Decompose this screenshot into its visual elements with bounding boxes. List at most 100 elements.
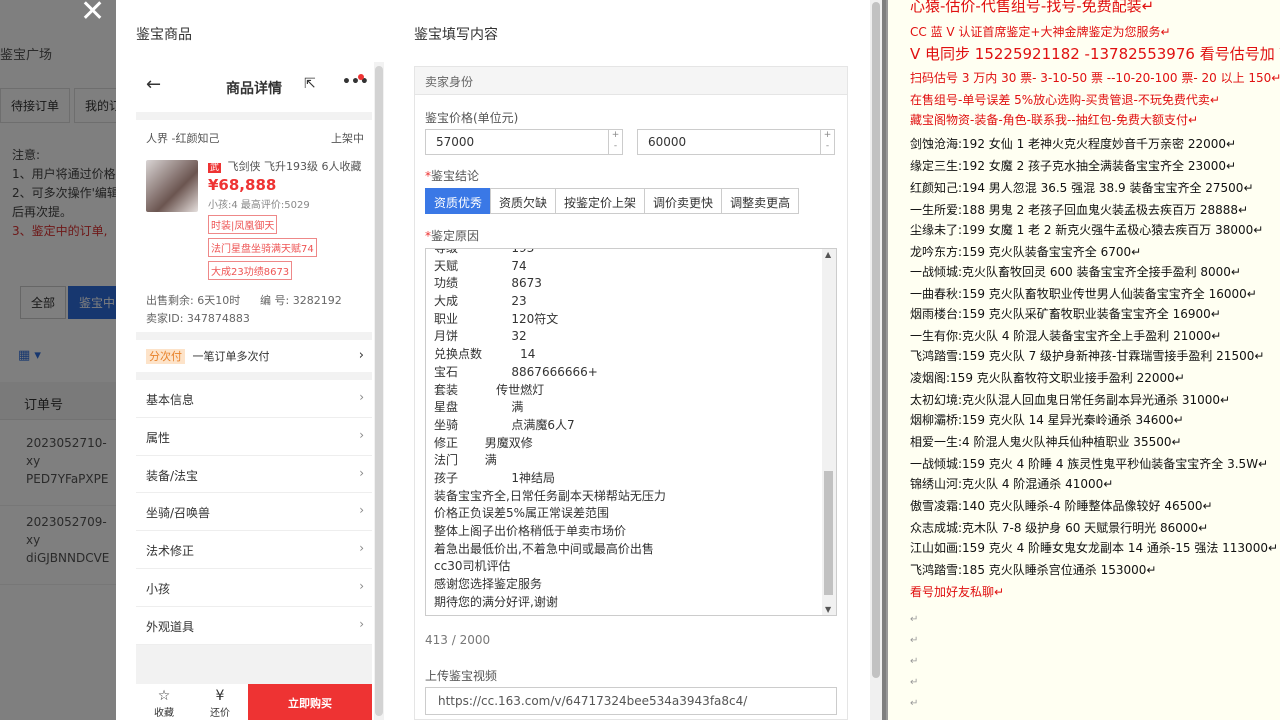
price-label: 鉴宝价格(单位元) xyxy=(425,111,519,125)
feature-badge: 法门星盘坐骑满天赋74 xyxy=(208,238,317,257)
conclusion-lacking[interactable]: 资质欠缺 xyxy=(490,188,557,214)
reason-textarea[interactable]: 等级 193 天赋 74 功绩 8673 大成 23 职业 120符文 月饼 3… xyxy=(425,248,837,616)
serial-number: 编 号: 3282192 xyxy=(260,294,342,307)
menu-item-attributes[interactable]: 属性 › xyxy=(136,418,372,456)
conclusion-list-at-price[interactable]: 按鉴定价上架 xyxy=(555,188,646,214)
reason-line: 兑换点数 14 xyxy=(434,347,536,362)
reason-label: *鉴定原因 xyxy=(425,229,480,243)
preview-header: ← 商品详情 ⇱ ••• xyxy=(136,62,372,112)
reason-line: 修正 男魔双修 xyxy=(434,435,533,450)
seller-id: 卖家ID: 347874883 xyxy=(146,312,250,325)
product-info: 武 飞剑侠 飞升193级 6人收藏 ¥68,888 小孩:4 最高评价:5029… xyxy=(208,158,362,280)
role-name: 人界 -红颜知己 xyxy=(146,132,220,145)
modal-scrollbar[interactable] xyxy=(870,0,882,720)
menu-label: 小孩 xyxy=(146,581,171,596)
more-icon[interactable]: ••• xyxy=(342,74,369,90)
menu-item-spell-correction[interactable]: 法术修正 › xyxy=(136,531,372,569)
notepad-line: 在售组号-单号误差 5%放心选购-买贵管退-不玩免费代卖↵ xyxy=(910,93,1220,107)
stepper[interactable]: + - xyxy=(608,130,622,154)
notepad-line: 一曲春秋:159 克火队畜牧职业传世男人仙装备宝宝齐全 16000↵ xyxy=(910,287,1257,301)
seller-identity-section: 卖家身份 xyxy=(415,67,847,95)
menu-item-mounts[interactable]: 坐骑/召唤兽 › xyxy=(136,493,372,532)
notepad-line: 一战倾城:克火队畜牧回灵 600 装备宝宝齐全接手盈利 8000↵ xyxy=(910,265,1241,279)
menu-label: 坐骑/召唤兽 xyxy=(146,506,211,521)
notepad-line: 江山如画:159 克火 4 阶睡女鬼女龙副本 14 通杀-15 强法 11300… xyxy=(910,541,1279,555)
chevron-right-icon: › xyxy=(359,616,364,631)
reason-line: 星盘 满 xyxy=(434,400,524,415)
notepad-line: 尘缘未了:199 女魔 1 老 2 新克火强牛孟极心猿去疾百万 38000↵ xyxy=(910,223,1264,237)
preview-title: 商品详情 xyxy=(226,81,282,97)
notepad-line: CC 蓝 V 认证首席鉴定+大神金牌鉴定为您服务↵ xyxy=(910,25,1171,39)
notepad-line: V 电同步 15225921182 -13782553976 看号估号加 V↵ xyxy=(910,45,1280,63)
textarea-scrollbar[interactable]: ▲ ▼ xyxy=(822,249,836,615)
preview-scrollbar[interactable] xyxy=(374,62,384,720)
stepper[interactable]: + - xyxy=(820,130,834,154)
remaining-time: 出售剩余: 6天10时 xyxy=(146,294,241,307)
buy-now-button[interactable]: 立即购买 xyxy=(248,684,372,720)
reason-line: 孩子 1神结局 xyxy=(434,470,556,485)
notepad-line: 一生有你:克火队 4 阶混人装备宝宝齐全上手盈利 21000↵ xyxy=(910,329,1222,343)
notepad-line: 缘定三生:192 女魔 2 孩子克水抽全满装备宝宝齐全 23000↵ xyxy=(910,159,1237,173)
reason-line: 着急出最低价出,不着急中间或最高价出售 xyxy=(434,541,654,556)
product-preview: ← 商品详情 ⇱ ••• 人界 -红颜知己 上架中 武 飞剑侠 飞升193级 6… xyxy=(136,62,372,720)
reason-line: 月饼 32 xyxy=(434,329,527,344)
sub-info: 小孩:4 最高评价:5029 xyxy=(208,200,310,211)
notepad-line: 看号加好友私聊↵ xyxy=(910,585,1005,599)
close-icon[interactable]: ✕ xyxy=(80,0,105,29)
feature-badge: 时装|凤凰御天 xyxy=(208,215,278,234)
detail-menu: 基本信息 › 属性 › 装备/法宝 › 坐骑/召唤兽 › 法术修正 › 小孩 › 外观道具 › xyxy=(136,380,372,645)
video-url-input[interactable]: https://cc.163.com/v/64717324bee534a3943… xyxy=(425,687,837,715)
menu-item-equipment[interactable]: 装备/法宝 › xyxy=(136,456,372,494)
notepad-line: 傲雪凌霜:140 克火队睡杀-4 阶睡整体品像较好 46500↵ xyxy=(910,499,1213,513)
reason-line: 价格正负误差5%属正常误差范围 xyxy=(434,506,610,521)
chevron-right-icon: › xyxy=(359,390,364,404)
notepad-document[interactable]: 心猿-估价-代售组号-找号-免费配装↵ CC 蓝 V 认证首席鉴定+大神金牌鉴定为… xyxy=(886,0,1280,720)
notepad-line: 一生所爱:188 男鬼 2 老孩子回血鬼火装孟极去疾百万 28888↵ xyxy=(910,203,1249,217)
conclusion-sell-higher[interactable]: 调整卖更高 xyxy=(721,188,800,214)
bargain-button[interactable]: ¥ 还价 xyxy=(192,684,248,720)
price-max-input[interactable]: 60000 + - xyxy=(637,129,835,155)
menu-item-children[interactable]: 小孩 › xyxy=(136,569,372,607)
reason-line: 等级 193 xyxy=(434,248,535,255)
empty-paragraph-mark: ↵ xyxy=(910,715,918,720)
conclusion-excellent[interactable]: 资质优秀 xyxy=(425,188,492,214)
reason-line: 整体上阁子出价格稍低于单卖市场价 xyxy=(434,524,627,538)
conclusion-label: *鉴宝结论 xyxy=(425,169,480,183)
price: ¥68,888 xyxy=(208,176,277,194)
notepad-line: 龙吟东方:159 克火队装备宝宝齐全 6700↵ xyxy=(910,245,1142,259)
reason-line: 职业 120符文 xyxy=(434,311,559,326)
notepad-line: 相爱一生:4 阶混人鬼火队神兵仙种植职业 35500↵ xyxy=(910,435,1182,449)
reason-line: 天赋 74 xyxy=(434,258,527,273)
server-tag: 武 xyxy=(208,163,222,173)
price-min-input[interactable]: 57000 + - xyxy=(425,129,623,155)
menu-label: 基本信息 xyxy=(146,393,195,407)
menu-item-basic[interactable]: 基本信息 › xyxy=(136,380,372,418)
notepad-line: 飞鸿踏雪:159 克火队 7 级护身新神孩-甘霖瑞雪接手盈利 21500↵ xyxy=(910,349,1265,363)
favorite-button[interactable]: ☆ 收藏 xyxy=(136,684,192,720)
feature-badge: 大成23功绩8673 xyxy=(208,261,293,280)
notepad-line: 剑蚀沧海:192 女仙 1 老神火克火程度妙音千万亲密 22000↵ xyxy=(910,137,1237,151)
price-max-value: 60000 xyxy=(648,135,687,149)
scroll-up-icon[interactable]: ▲ xyxy=(825,250,831,259)
status-badge: 上架中 xyxy=(331,132,364,145)
empty-paragraph-mark: ↵ xyxy=(910,635,919,646)
menu-item-appearance[interactable]: 外观道具 › xyxy=(136,607,372,645)
reason-line: cc30司机评估 xyxy=(434,559,511,574)
scroll-down-icon[interactable]: ▼ xyxy=(825,605,831,614)
empty-paragraph-mark: ↵ xyxy=(910,677,919,688)
notepad-line: 烟雨楼台:159 克火队采矿畜牧职业装备宝宝齐全 16900↵ xyxy=(910,307,1221,321)
notepad-line: 锦绣山河:克火队 4 阶混通杀 41000↵ xyxy=(910,477,1114,491)
appraisal-content-title: 鉴宝填写内容 xyxy=(414,27,498,43)
star-icon: ☆ xyxy=(157,688,171,704)
reason-line: 功绩 8673 xyxy=(434,276,542,291)
installment-row[interactable]: 分次付 一笔订单多次付 › xyxy=(136,340,372,372)
reason-line: 宝石 8867666666+ xyxy=(434,364,598,379)
installment-text: 一笔订单多次付 xyxy=(192,350,270,363)
preview-footer: ☆ 收藏 ¥ 还价 立即购买 xyxy=(136,684,372,720)
share-icon[interactable]: ⇱ xyxy=(304,76,316,92)
conclusion-sell-faster[interactable]: 调价卖更快 xyxy=(644,188,723,214)
price-min-value: 57000 xyxy=(436,135,475,149)
reason-line: 感谢您选择鉴定服务 xyxy=(434,577,543,592)
appraisal-item-title: 鉴宝商品 xyxy=(136,27,192,43)
notepad-line: 一战倾城:159 克火 4 阶睡 4 族灵性鬼平秒仙装备宝宝齐全 3.5W↵ xyxy=(910,457,1269,471)
